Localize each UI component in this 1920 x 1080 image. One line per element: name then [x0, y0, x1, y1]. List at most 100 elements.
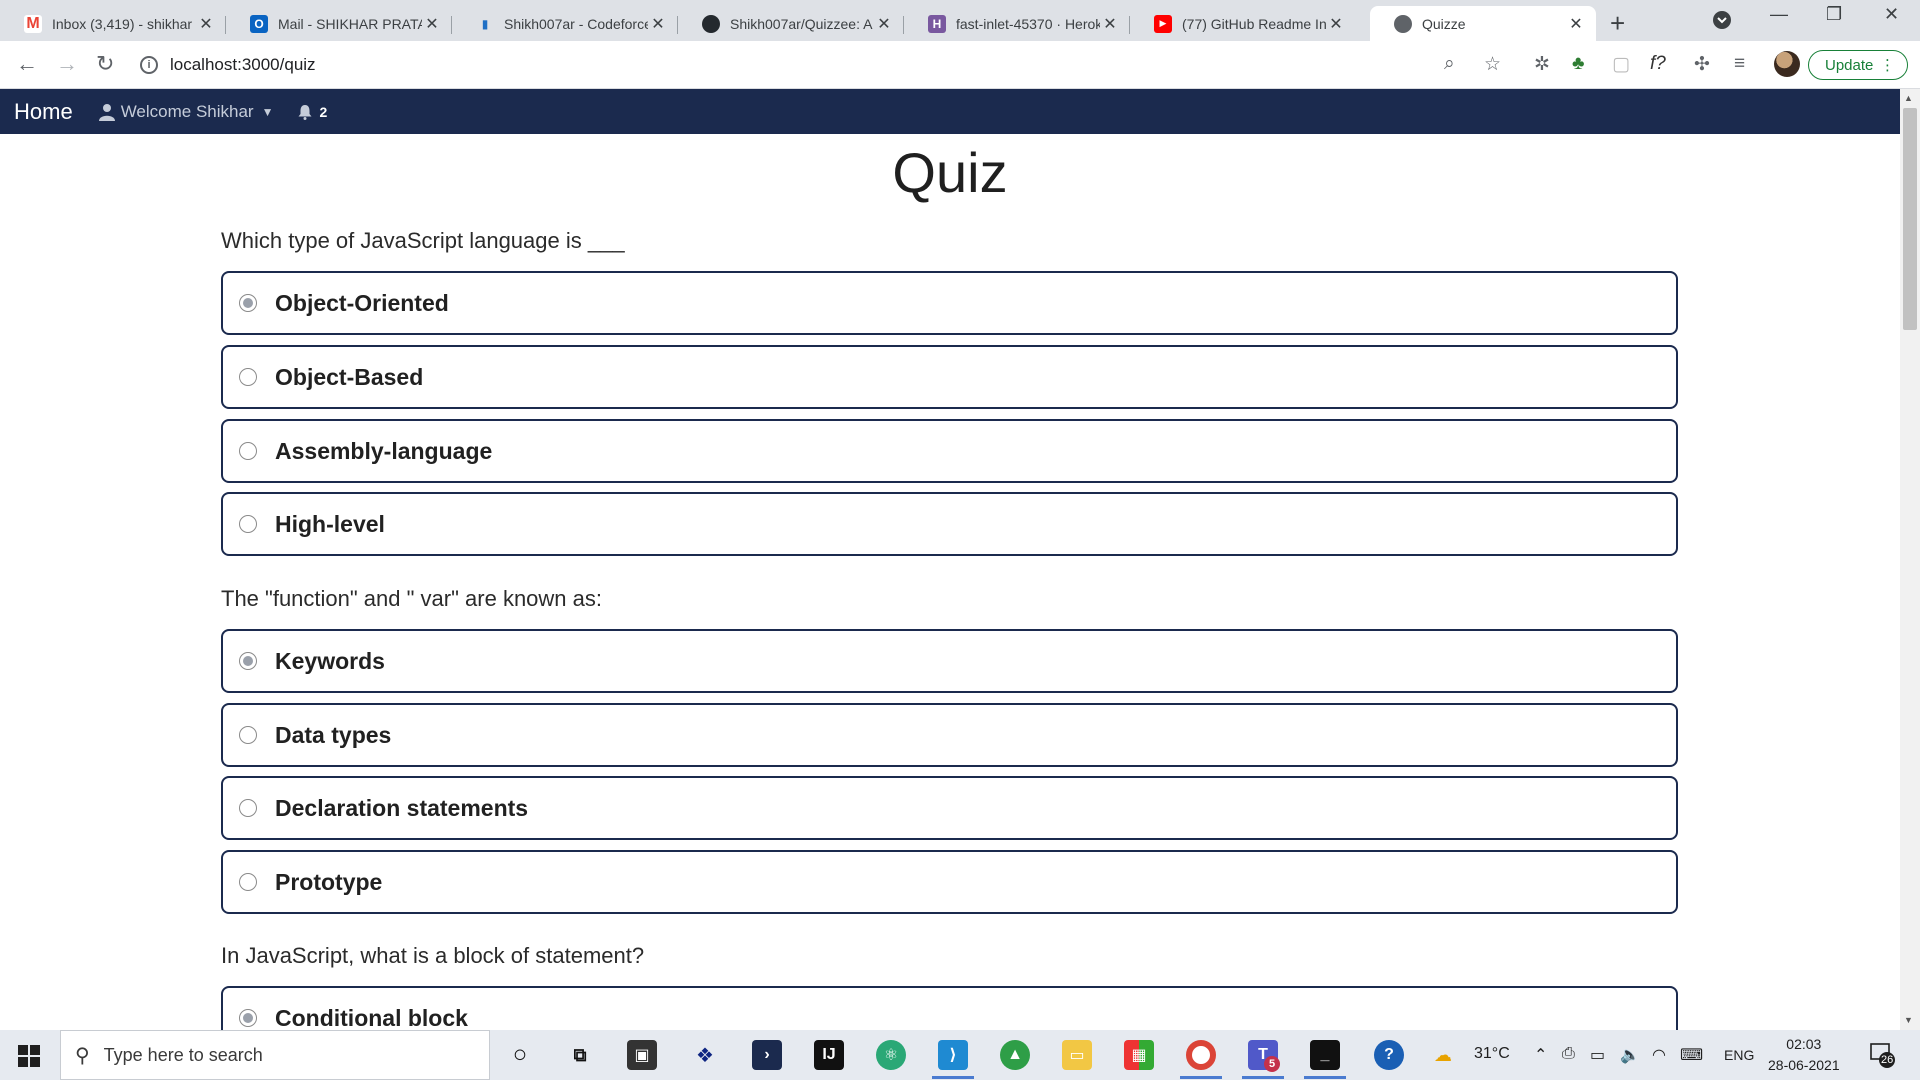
site-info-icon[interactable]: i	[140, 56, 158, 74]
github-icon	[702, 14, 720, 33]
tab-github[interactable]: Shikh007ar/Quizzee: A ✕	[678, 6, 904, 41]
answer-option[interactable]: Conditional block	[221, 986, 1678, 1030]
answer-option[interactable]: Prototype	[221, 850, 1678, 914]
formula-extension-icon[interactable]: f?	[1650, 53, 1666, 75]
answer-option[interactable]: Keywords	[221, 629, 1678, 693]
wifi-icon[interactable]: ◠	[1652, 1045, 1666, 1065]
profile-avatar[interactable]	[1774, 51, 1800, 77]
battery-icon[interactable]: ▭	[1590, 1045, 1605, 1065]
radio-button[interactable]	[239, 294, 257, 312]
taskbar-search[interactable]: ⚲ Type here to search	[60, 1030, 490, 1080]
keyboard-icon[interactable]: ⌨	[1680, 1045, 1703, 1065]
dropbox-icon[interactable]: ❖	[690, 1040, 720, 1070]
clock[interactable]: 02:03 28-06-2021	[1768, 1034, 1840, 1076]
radio-button[interactable]	[239, 873, 257, 891]
welcome-text: Welcome Shikhar	[120, 101, 254, 121]
atom-icon[interactable]: ⚛	[876, 1040, 906, 1070]
scrollbar-thumb[interactable]	[1903, 108, 1917, 330]
bug-extension-icon[interactable]: ✲	[1534, 53, 1550, 76]
extensions-puzzle-icon[interactable]: ✣	[1694, 53, 1710, 76]
tab-quizze[interactable]: Quizze ✕	[1370, 6, 1596, 41]
answer-option[interactable]: Declaration statements	[221, 776, 1678, 840]
answer-option[interactable]: Data types	[221, 703, 1678, 767]
weather-icon[interactable]: ☁	[1434, 1045, 1452, 1066]
reload-icon[interactable]: ↻	[96, 51, 114, 77]
user-icon	[98, 103, 115, 121]
close-tab-icon[interactable]: ✕	[1566, 14, 1586, 34]
radio-button[interactable]	[239, 799, 257, 817]
blank-extension-icon[interactable]: ▢	[1612, 53, 1630, 76]
close-tab-icon[interactable]: ✕	[648, 14, 668, 34]
help-icon[interactable]: ?	[1374, 1040, 1404, 1070]
forward-icon[interactable]: →	[56, 51, 78, 77]
scroll-up-icon[interactable]: ▲	[1904, 93, 1913, 103]
weather-text[interactable]: 31°C	[1474, 1045, 1510, 1063]
address-bar[interactable]: i localhost:3000/quiz	[140, 46, 1520, 84]
cortana-icon[interactable]: ○	[505, 1040, 535, 1070]
restore-icon[interactable]: ❐	[1826, 4, 1842, 25]
windows-start-icon[interactable]	[18, 1045, 40, 1067]
powershell-icon[interactable]: ›	[752, 1040, 782, 1070]
minimize-icon[interactable]: —	[1770, 4, 1788, 25]
close-tab-icon[interactable]: ✕	[422, 14, 442, 34]
notifications-button[interactable]: 2	[297, 104, 327, 120]
tab-outlook[interactable]: O Mail - SHIKHAR PRATAP ✕	[226, 6, 452, 41]
chrome-icon[interactable]	[1186, 1040, 1216, 1070]
reading-list-icon[interactable]: ≡	[1734, 53, 1745, 75]
tab-title: Quizze	[1422, 15, 1466, 32]
tab-youtube[interactable]: ▶ (77) GitHub Readme In ✕	[1130, 6, 1356, 41]
answer-option[interactable]: Assembly-language	[221, 419, 1678, 483]
notification-center-icon[interactable]: 26	[1870, 1042, 1896, 1068]
store-icon[interactable]: ▣	[627, 1040, 657, 1070]
vscode-icon[interactable]: ⟩	[938, 1040, 968, 1070]
user-menu-dropdown[interactable]: Welcome Shikhar ▼	[98, 101, 274, 122]
radio-button[interactable]	[239, 652, 257, 670]
answer-option[interactable]: Object-Oriented	[221, 271, 1678, 335]
close-tab-icon[interactable]: ✕	[874, 14, 894, 34]
scroll-down-icon[interactable]: ▼	[1904, 1015, 1913, 1025]
answer-option[interactable]: Object-Based	[221, 345, 1678, 409]
radio-button[interactable]	[239, 726, 257, 744]
winrar-icon[interactable]: ▦	[1124, 1040, 1154, 1070]
volume-icon[interactable]: 🔈	[1620, 1045, 1640, 1065]
browser-tab-strip: M Inbox (3,419) - shikhar ✕ O Mail - SHI…	[0, 0, 1920, 41]
file-explorer-icon[interactable]: ▭	[1062, 1040, 1092, 1070]
outlook-icon: O	[250, 14, 268, 33]
close-tab-icon[interactable]: ✕	[1326, 14, 1346, 34]
close-tab-icon[interactable]: ✕	[196, 14, 216, 34]
radio-button[interactable]	[239, 368, 257, 386]
intellij-icon[interactable]: IJ	[814, 1040, 844, 1070]
tab-codeforces[interactable]: ▮ Shikh007ar - Codeforces ✕	[452, 6, 678, 41]
new-tab-icon[interactable]: +	[1610, 8, 1625, 39]
meet-now-icon[interactable]: ⎙	[1562, 1045, 1575, 1063]
notification-count: 2	[319, 103, 328, 120]
caret-down-icon: ▼	[261, 104, 274, 119]
option-label: Data types	[275, 721, 392, 748]
back-icon[interactable]: ←	[16, 51, 38, 77]
gmail-icon: M	[24, 14, 42, 33]
active-app-indicator	[1180, 1076, 1222, 1079]
tree-extension-icon[interactable]: ♣	[1572, 53, 1584, 75]
close-tab-icon[interactable]: ✕	[1100, 14, 1120, 34]
home-link[interactable]: Home	[14, 99, 73, 125]
terminal-icon[interactable]: _	[1310, 1040, 1340, 1070]
bookmark-star-icon[interactable]: ☆	[1484, 53, 1501, 76]
codeforces-icon: ▮	[481, 16, 489, 31]
radio-button[interactable]	[239, 1009, 257, 1027]
tab-title: Mail - SHIKHAR PRATAP	[278, 15, 422, 32]
quiz-content: Quiz Which type of JavaScript language i…	[0, 134, 1900, 1030]
tab-gmail[interactable]: M Inbox (3,419) - shikhar ✕	[0, 6, 226, 41]
language-indicator[interactable]: ENG	[1724, 1047, 1754, 1063]
zoom-icon[interactable]: ⌕	[1444, 53, 1455, 75]
answer-option[interactable]: High-level	[221, 492, 1678, 556]
question-text: Which type of JavaScript language is ___	[221, 228, 625, 253]
task-view-icon[interactable]: ⧉	[565, 1040, 595, 1070]
tab-search-icon[interactable]	[1712, 10, 1732, 35]
android-studio-icon[interactable]: ▲	[1000, 1040, 1030, 1070]
update-button[interactable]: Update ⋮	[1808, 50, 1908, 80]
tray-overflow-icon[interactable]: ⌃	[1534, 1045, 1547, 1065]
radio-button[interactable]	[239, 515, 257, 533]
tab-heroku[interactable]: H fast-inlet-45370 · Heroku ✕	[904, 6, 1130, 41]
close-window-icon[interactable]: ✕	[1884, 4, 1899, 25]
radio-button[interactable]	[239, 442, 257, 460]
